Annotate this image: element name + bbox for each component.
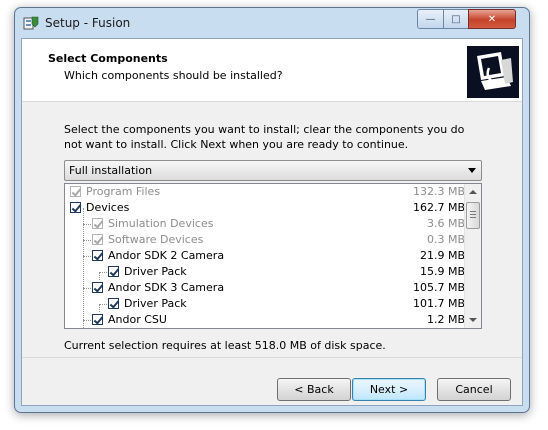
component-label: Driver Pack [124,297,187,310]
window-title: Setup - Fusion [45,16,131,30]
component-label: Program Files [86,185,161,198]
setup-app-icon [23,16,39,30]
components-scrollbar[interactable] [464,184,481,328]
component-row-software-devices: Software Devices 0.3 MB [65,232,465,248]
maximize-icon: □ [451,13,461,25]
component-size: 162.7 MB [412,201,465,214]
footer-divider [22,357,522,358]
component-row-sdk2-driver-pack[interactable]: Driver Pack 15.9 MB [65,264,465,280]
maximize-button[interactable]: □ [443,9,469,29]
component-size: 105.7 MB [412,281,465,294]
component-size: 0.3 MB [426,233,465,246]
component-row-andor-sdk3[interactable]: Andor SDK 3 Camera 105.7 MB [65,280,465,296]
component-checkbox[interactable] [70,202,81,213]
component-row-program-files: Program Files 132.3 MB [65,184,465,200]
grip-icon [470,217,476,218]
component-checkbox[interactable] [108,266,119,277]
component-row-andor-csu[interactable]: Andor CSU 1.2 MB [65,312,465,328]
component-row-devices[interactable]: Devices 162.7 MB [65,200,465,216]
component-checkbox[interactable] [92,282,103,293]
chevron-down-icon [468,168,476,173]
page-subtitle: Which components should be installed? [64,69,283,82]
install-type-value: Full installation [69,164,153,177]
component-row-andor-sdk2[interactable]: Andor SDK 2 Camera 21.9 MB [65,248,465,264]
grip-icon [470,214,476,215]
component-label: Software Devices [108,233,204,246]
component-label: Andor SDK 3 Camera [108,281,225,294]
component-row-sdk3-driver-pack[interactable]: Driver Pack 101.7 MB [65,296,465,312]
instructions-text: Select the components you want to instal… [64,123,465,151]
components-list[interactable]: Program Files 132.3 MB Devices 162.7 MB … [64,183,482,329]
component-size: 21.9 MB [419,249,465,262]
minimize-button[interactable]: — [417,9,444,29]
component-size: 15.9 MB [419,265,465,278]
cancel-button[interactable]: Cancel [437,378,511,401]
install-type-dropdown[interactable]: Full installation [64,160,482,181]
scroll-down-icon[interactable] [465,312,481,328]
component-size: 101.7 MB [412,297,465,310]
component-checkbox [92,218,103,229]
wizard-header: Select Components Which components shoul… [22,39,522,102]
title-bar[interactable]: Setup - Fusion — □ ✕ [15,8,529,38]
component-label: Devices [86,201,130,214]
component-size: 3.6 MB [426,217,465,230]
computer-install-icon [467,46,519,98]
scrollbar-thumb[interactable] [466,202,480,229]
page-title: Select Components [48,52,168,65]
setup-window: Setup - Fusion — □ ✕ Select Components W… [14,7,530,413]
component-label: Andor SDK 2 Camera [108,249,225,262]
component-size: 1.2 MB [426,313,465,326]
component-checkbox[interactable] [108,298,119,309]
component-size: 132.3 MB [412,185,465,198]
component-row-simulation-devices: Simulation Devices 3.6 MB [65,216,465,232]
back-button[interactable]: < Back [277,378,351,401]
component-label: Simulation Devices [108,217,214,230]
scroll-up-icon[interactable] [465,184,481,200]
disk-space-text: Current selection requires at least 518.… [64,339,386,352]
component-checkbox [92,234,103,245]
next-button[interactable]: Next > [352,378,426,401]
component-checkbox[interactable] [92,314,103,325]
minimize-icon: — [425,13,436,25]
wizard-client-area: Select Components Which components shoul… [21,38,523,406]
component-label: Andor CSU [108,313,167,326]
component-label: Driver Pack [124,265,187,278]
grip-icon [470,211,476,212]
close-button[interactable]: ✕ [468,9,516,29]
component-checkbox[interactable] [92,250,103,261]
component-checkbox [70,186,81,197]
close-icon: ✕ [487,13,497,25]
